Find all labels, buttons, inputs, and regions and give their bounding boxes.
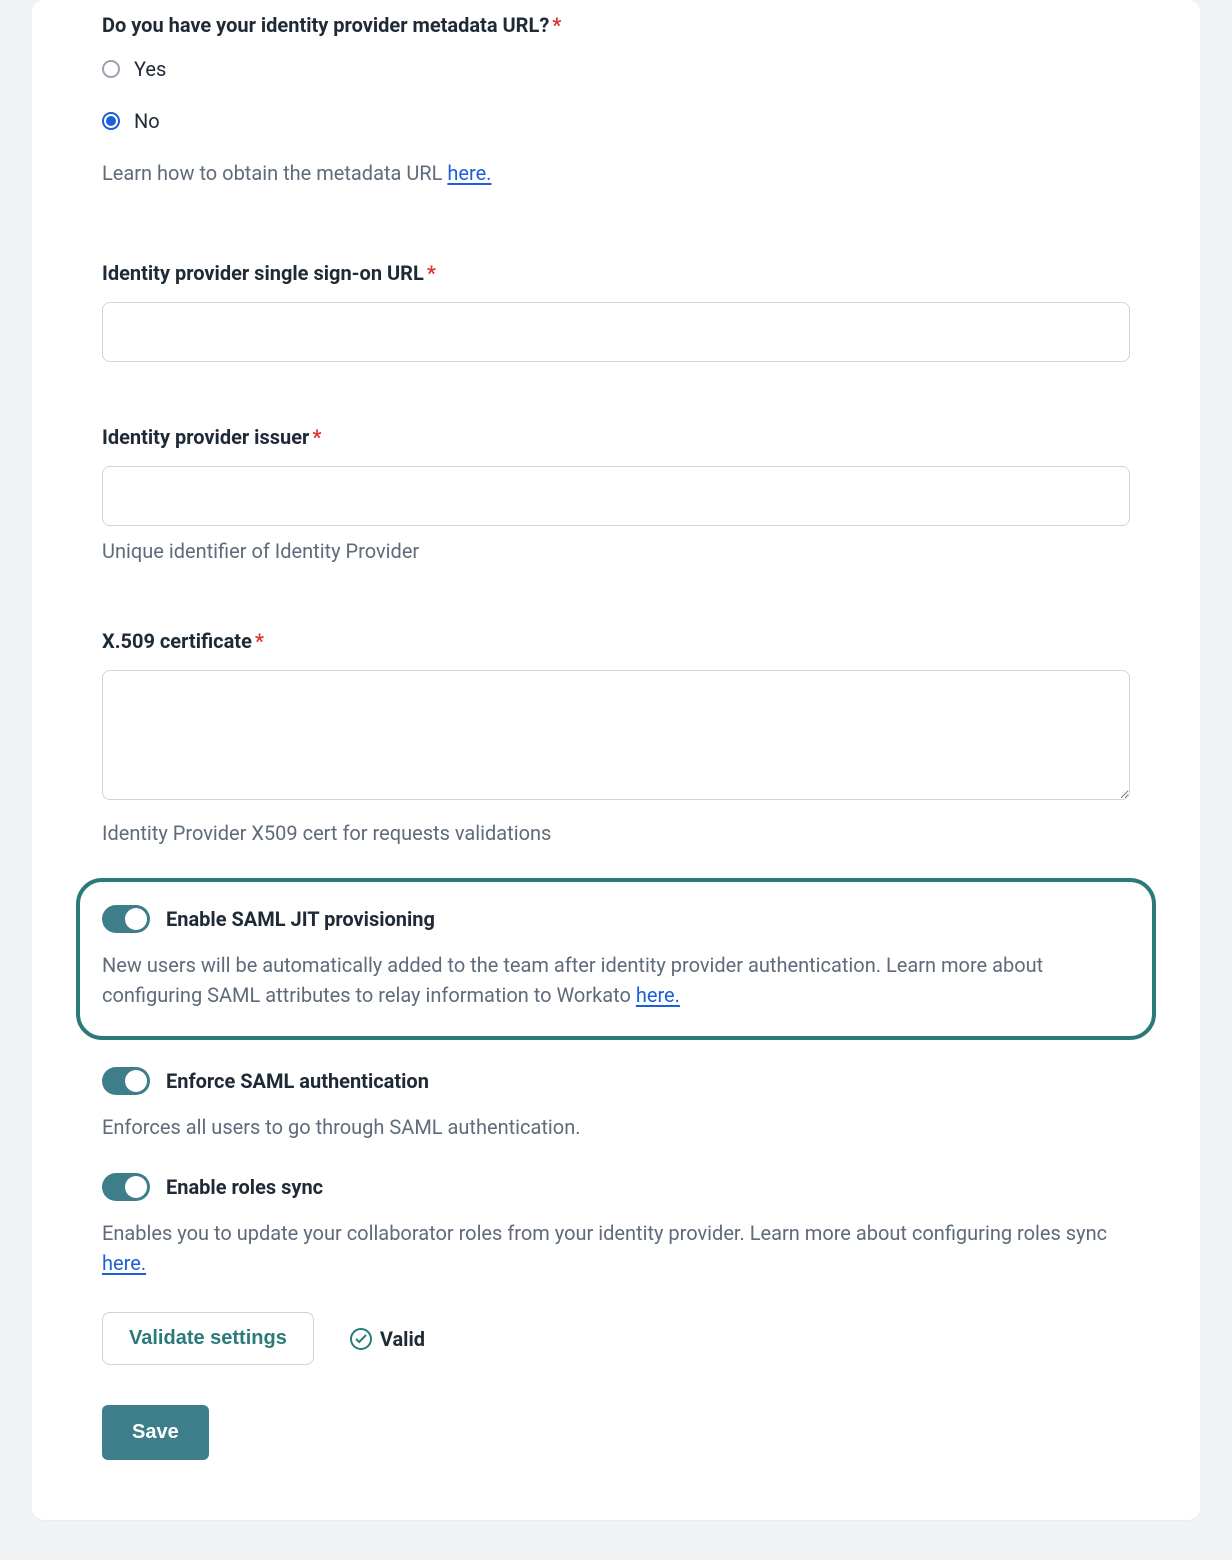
roles-sync-section: Enable roles sync Enables you to update … [102, 1152, 1130, 1288]
sso-url-input[interactable] [102, 302, 1130, 362]
metadata-url-label-text: Do you have your identity provider metad… [102, 13, 549, 37]
sso-url-label-text: Identity provider single sign-on URL [102, 261, 424, 285]
required-asterisk: * [255, 629, 264, 653]
enforce-toggle[interactable] [102, 1067, 150, 1095]
roles-sync-toggle[interactable] [102, 1173, 150, 1201]
radio-yes[interactable]: Yes [102, 54, 1130, 84]
x509-label: X.509 certificate* [102, 626, 1130, 656]
sso-url-label: Identity provider single sign-on URL* [102, 258, 1130, 288]
required-asterisk: * [552, 13, 561, 37]
jit-highlight-box: Enable SAML JIT provisioning New users w… [76, 878, 1156, 1040]
roles-sync-desc-text: Enables you to update your collaborator … [102, 1221, 1107, 1245]
valid-status: Valid [350, 1324, 425, 1354]
roles-sync-desc: Enables you to update your collaborator … [102, 1218, 1130, 1278]
metadata-url-field: Do you have your identity provider metad… [102, 0, 1130, 208]
required-asterisk: * [427, 261, 436, 285]
valid-status-text: Valid [380, 1324, 425, 1354]
actions-row: Validate settings Valid [102, 1312, 1130, 1365]
jit-desc-link[interactable]: here. [636, 983, 680, 1007]
x509-field: X.509 certificate* Identity Provider X50… [102, 616, 1130, 868]
metadata-url-label: Do you have your identity provider metad… [102, 10, 1130, 40]
radio-no-label: No [134, 106, 160, 136]
x509-label-text: X.509 certificate [102, 629, 252, 653]
validate-settings-button[interactable]: Validate settings [102, 1312, 314, 1365]
save-button[interactable]: Save [102, 1405, 209, 1460]
toggle-knob [125, 1176, 147, 1198]
metadata-url-helper: Learn how to obtain the metadata URL her… [102, 158, 1130, 188]
issuer-label-text: Identity provider issuer [102, 425, 309, 449]
radio-no[interactable]: No [102, 106, 1130, 136]
jit-desc: New users will be automatically added to… [102, 950, 1130, 1010]
radio-yes-button[interactable] [102, 60, 120, 78]
metadata-helper-text: Learn how to obtain the metadata URL [102, 161, 447, 185]
jit-desc-text: New users will be automatically added to… [102, 953, 1043, 1007]
enforce-section: Enforce SAML authentication Enforces all… [102, 1046, 1130, 1152]
x509-helper: Identity Provider X509 cert for requests… [102, 818, 1130, 848]
settings-card: Do you have your identity provider metad… [32, 0, 1200, 1520]
enforce-toggle-label: Enforce SAML authentication [166, 1066, 429, 1096]
check-circle-icon [350, 1328, 372, 1350]
enforce-toggle-row: Enforce SAML authentication [102, 1066, 1130, 1096]
enforce-desc: Enforces all users to go through SAML au… [102, 1112, 1130, 1142]
jit-toggle-row: Enable SAML JIT provisioning [102, 904, 1130, 934]
radio-no-button[interactable] [102, 112, 120, 130]
issuer-field: Identity provider issuer* Unique identif… [102, 412, 1130, 586]
jit-toggle-label: Enable SAML JIT provisioning [166, 904, 435, 934]
required-asterisk: * [312, 425, 321, 449]
issuer-label: Identity provider issuer* [102, 422, 1130, 452]
issuer-helper: Unique identifier of Identity Provider [102, 536, 1130, 566]
sso-url-field: Identity provider single sign-on URL* [102, 248, 1130, 382]
metadata-helper-link[interactable]: here. [447, 161, 491, 185]
issuer-input[interactable] [102, 466, 1130, 526]
toggle-knob [125, 1070, 147, 1092]
roles-sync-desc-link[interactable]: here. [102, 1251, 146, 1275]
roles-sync-toggle-label: Enable roles sync [166, 1172, 323, 1202]
toggle-knob [125, 908, 147, 930]
jit-toggle[interactable] [102, 905, 150, 933]
radio-yes-label: Yes [134, 54, 166, 84]
roles-sync-toggle-row: Enable roles sync [102, 1172, 1130, 1202]
x509-textarea[interactable] [102, 670, 1130, 800]
